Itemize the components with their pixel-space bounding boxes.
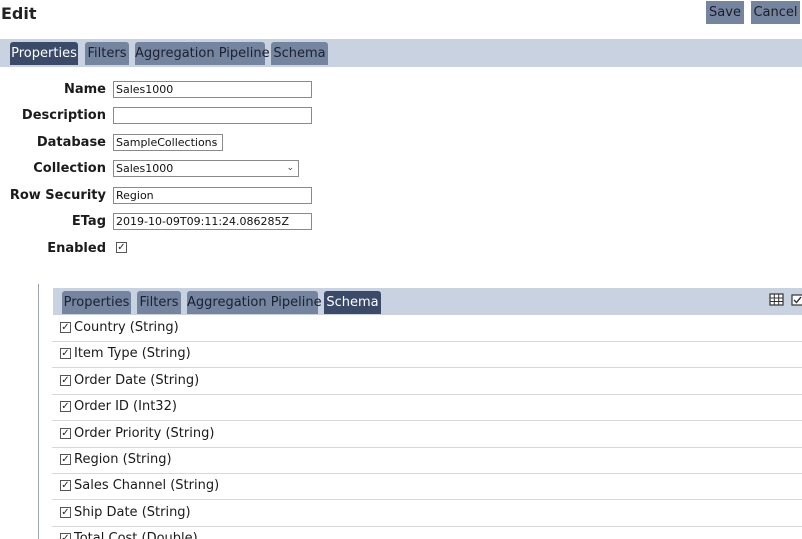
cancel-button[interactable]: Cancel [751, 1, 800, 24]
list-item[interactable]: ✓ Ship Date (String) [52, 500, 802, 527]
save-button[interactable]: Save [706, 1, 744, 24]
tab-filters[interactable]: Filters [85, 42, 129, 65]
tab-aggregation-pipeline[interactable]: Aggregation Pipeline [135, 42, 270, 65]
panel-divider [38, 284, 39, 539]
chevron-down-icon: ⌄ [286, 163, 294, 173]
row-security-field[interactable]: Region [113, 187, 312, 204]
top-tab-bar: Properties Filters Aggregation Pipeline … [0, 39, 802, 67]
inner-tab-schema[interactable]: Schema [324, 291, 381, 314]
field-label: Region (String) [74, 452, 172, 467]
checkbox-icon[interactable] [791, 292, 802, 308]
field-label: Sales Channel (String) [74, 478, 220, 493]
field-checkbox[interactable]: ✓ [60, 401, 71, 412]
list-item[interactable]: ✓ Item Type (String) [52, 341, 802, 368]
field-label: Order ID (Int32) [74, 399, 177, 414]
field-label: Order Priority (String) [74, 426, 215, 441]
field-checkbox[interactable]: ✓ [60, 375, 71, 386]
field-label: Country (String) [74, 320, 179, 335]
field-label: Order Date (String) [74, 373, 200, 388]
field-checkbox[interactable]: ✓ [60, 348, 71, 359]
description-label: Description [21, 108, 106, 123]
list-item[interactable]: ✓ Order Priority (String) [52, 421, 802, 448]
field-checkbox[interactable]: ✓ [60, 454, 71, 465]
inner-tab-properties[interactable]: Properties [62, 291, 131, 314]
page-title: Edit [1, 4, 37, 23]
collection-select[interactable]: Sales1000 ⌄ [113, 160, 299, 177]
tab-properties[interactable]: Properties [10, 42, 78, 65]
collection-select-value: Sales1000 [116, 162, 174, 175]
etag-label: ETag [71, 214, 106, 229]
name-label: Name [63, 82, 106, 97]
inner-tab-filters[interactable]: Filters [137, 291, 181, 314]
tab-schema[interactable]: Schema [271, 42, 328, 65]
field-label: Ship Date (String) [74, 505, 191, 520]
list-item[interactable]: ✓ Sales Channel (String) [52, 473, 802, 500]
list-item[interactable]: ✓ Region (String) [52, 447, 802, 474]
field-checkbox[interactable]: ✓ [60, 533, 71, 539]
database-label: Database [36, 135, 106, 150]
field-checkbox[interactable]: ✓ [60, 428, 71, 439]
field-label: Total Cost (Double) [74, 531, 198, 539]
field-label: Item Type (String) [74, 346, 191, 361]
inner-tab-aggregation-pipeline[interactable]: Aggregation Pipeline [187, 291, 322, 314]
chevron-down-icon: ⌄ [210, 137, 218, 147]
field-checkbox[interactable]: ✓ [60, 322, 71, 333]
description-field[interactable] [113, 107, 312, 124]
name-field[interactable]: Sales1000 [113, 81, 312, 98]
table-grid-icon[interactable] [769, 292, 785, 308]
list-item[interactable]: ✓ Total Cost (Double) [52, 526, 802, 539]
schema-tab-bar: Properties Filters Aggregation Pipeline … [53, 288, 802, 315]
enabled-checkbox[interactable]: ✓ [116, 242, 127, 253]
database-select[interactable]: SampleCollections ⌄ [113, 134, 223, 151]
database-select-value: SampleCollections [116, 136, 218, 149]
list-item[interactable]: ✓ Country (String) [52, 315, 802, 342]
collection-label: Collection [33, 161, 106, 176]
list-item[interactable]: ✓ Order Date (String) [52, 368, 802, 395]
row-security-label: Row Security [9, 188, 106, 203]
etag-field[interactable]: 2019-10-09T09:11:24.086285Z [113, 213, 312, 230]
field-checkbox[interactable]: ✓ [60, 480, 71, 491]
list-item[interactable]: ✓ Order ID (Int32) [52, 394, 802, 421]
field-checkbox[interactable]: ✓ [60, 507, 71, 518]
enabled-label: Enabled [47, 241, 106, 256]
